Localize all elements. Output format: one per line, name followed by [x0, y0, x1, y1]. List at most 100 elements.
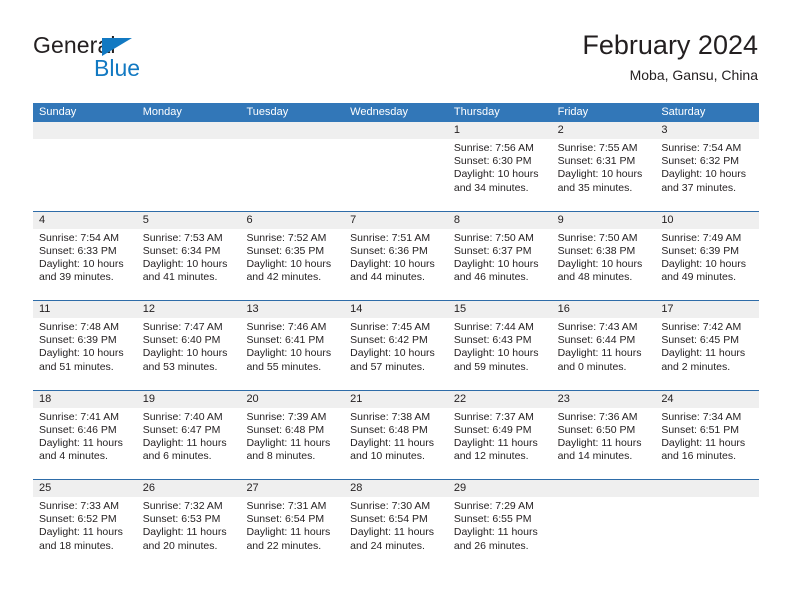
day-number: 16: [557, 303, 570, 315]
day-detail-line: and 35 minutes.: [557, 181, 633, 194]
day-detail-line: Sunset: 6:31 PM: [557, 155, 636, 168]
day-detail-lines: Sunrise: 7:34 AM Sunset: 6:51 PM Daylight:…: [661, 411, 753, 464]
calendar-day-cell[interactable]: 10 Sunrise: 7:49 AM Sunset: 6:39 PM Dayligh…: [655, 212, 759, 301]
day-detail-line: and 24 minutes.: [350, 539, 425, 552]
calendar-day-cell[interactable]: 14 Sunrise: 7:45 AM Sunset: 6:42 PM Dayligh…: [344, 301, 448, 390]
day-detail-line: Daylight: 11 hours: [246, 526, 331, 539]
day-detail-line: and 26 minutes.: [453, 539, 529, 552]
day-detail-line: and 10 minutes.: [350, 450, 425, 463]
calendar-day-cell[interactable]: 5 Sunrise: 7:53 AM Sunset: 6:34 PM Daylight…: [137, 212, 241, 301]
day-detail-line: Sunrise: 7:53 AM: [142, 231, 223, 244]
day-detail-line: Daylight: 10 hours: [350, 257, 435, 270]
calendar-day-cell[interactable]: 20 Sunrise: 7:39 AM Sunset: 6:48 PM Dayligh…: [240, 391, 344, 480]
day-detail-line: Sunrise: 7:30 AM: [350, 500, 431, 512]
day-detail-line: Sunset: 6:39 PM: [39, 334, 117, 347]
day-detail-line: and 44 minutes.: [350, 271, 425, 284]
day-detail-line: and 20 minutes.: [142, 539, 218, 552]
day-number: 28: [350, 482, 363, 494]
calendar-week-row: 11 Sunrise: 7:48 AM Sunset: 6:39 PM Dayligh…: [33, 300, 759, 390]
day-detail-line: Sunset: 6:40 PM: [142, 334, 221, 347]
calendar-empty-cell: [137, 122, 241, 211]
day-detail-line: Daylight: 11 hours: [557, 347, 642, 360]
day-detail-line: Sunset: 6:48 PM: [350, 423, 428, 436]
day-detail-line: Sunrise: 7:46 AM: [246, 321, 327, 333]
calendar-day-cell[interactable]: 11 Sunrise: 7:48 AM Sunset: 6:39 PM Dayligh…: [33, 301, 137, 390]
calendar-day-cell[interactable]: 15 Sunrise: 7:44 AM Sunset: 6:43 PM Dayligh…: [448, 301, 552, 390]
calendar-week-row: 18 Sunrise: 7:41 AM Sunset: 6:46 PM Dayligh…: [33, 389, 759, 480]
calendar-day-cell[interactable]: 27 Sunrise: 7:31 AM Sunset: 6:54 PM Dayligh…: [240, 480, 344, 569]
day-detail-line: Sunset: 6:54 PM: [246, 513, 325, 526]
day-number: 27: [246, 482, 259, 494]
day-detail-line: Daylight: 11 hours: [350, 526, 435, 539]
day-detail-lines: Sunrise: 7:46 AM Sunset: 6:41 PM Daylight:…: [246, 321, 338, 374]
day-number: 10: [661, 213, 674, 226]
day-detail-lines: Sunrise: 7:39 AM Sunset: 6:48 PM Daylight:…: [246, 411, 338, 464]
calendar-day-cell[interactable]: 28 Sunrise: 7:30 AM Sunset: 6:54 PM Dayligh…: [344, 480, 448, 569]
calendar-day-cell[interactable]: 17 Sunrise: 7:42 AM Sunset: 6:45 PM Dayligh…: [655, 301, 759, 390]
day-detail-line: Sunset: 6:30 PM: [453, 155, 532, 168]
calendar-day-cell[interactable]: 7 Sunrise: 7:51 AM Sunset: 6:36 PM Daylight…: [344, 212, 448, 301]
weekday-header-saturday: Saturday: [661, 106, 706, 118]
calendar-day-cell[interactable]: 25 Sunrise: 7:33 AM Sunset: 6:52 PM Dayligh…: [33, 480, 137, 569]
calendar-day-cell[interactable]: 26 Sunrise: 7:32 AM Sunset: 6:53 PM Dayligh…: [137, 480, 241, 569]
calendar-day-cell[interactable]: 18 Sunrise: 7:41 AM Sunset: 6:46 PM Dayligh…: [33, 391, 137, 480]
day-detail-line: Daylight: 11 hours: [246, 436, 331, 449]
calendar-day-cell[interactable]: 9 Sunrise: 7:50 AM Sunset: 6:38 PM Daylight…: [552, 212, 656, 301]
calendar-day-cell[interactable]: 19 Sunrise: 7:40 AM Sunset: 6:47 PM Dayligh…: [137, 391, 241, 480]
day-detail-line: and 57 minutes.: [350, 360, 425, 373]
calendar-day-cell[interactable]: 8 Sunrise: 7:50 AM Sunset: 6:37 PM Daylight…: [448, 212, 552, 301]
calendar-empty-cell: [344, 122, 448, 211]
day-detail-lines: Sunrise: 7:33 AM Sunset: 6:52 PM Daylight:…: [39, 500, 131, 553]
day-number: 1: [453, 124, 460, 136]
blue-triangle-logo-mark-icon: [102, 38, 132, 56]
weekday-header-row: Sunday Monday Tuesday Wednesday Thursday Frid…: [33, 103, 759, 122]
calendar-grid: Sunday Monday Tuesday Wednesday Thursday Frid…: [33, 103, 759, 569]
day-detail-lines: Sunrise: 7:29 AM Sunset: 6:55 PM Daylight:…: [454, 500, 546, 553]
day-detail-line: Daylight: 11 hours: [557, 436, 642, 449]
day-detail-line: Sunrise: 7:54 AM: [39, 231, 119, 244]
calendar-day-cell[interactable]: 6 Sunrise: 7:52 AM Sunset: 6:35 PM Daylight…: [240, 212, 344, 301]
calendar-week-cells: 18 Sunrise: 7:41 AM Sunset: 6:46 PM Dayligh…: [33, 391, 759, 480]
day-number: 23: [557, 392, 570, 405]
day-number: 5: [142, 213, 149, 226]
day-detail-line: and 59 minutes.: [453, 360, 529, 373]
calendar-day-cell[interactable]: 12 Sunrise: 7:47 AM Sunset: 6:40 PM Dayligh…: [137, 301, 241, 390]
calendar-day-cell[interactable]: 24 Sunrise: 7:34 AM Sunset: 6:51 PM Dayligh…: [655, 391, 759, 480]
day-number: 21: [350, 392, 363, 405]
day-detail-line: Sunrise: 7:50 AM: [557, 231, 638, 244]
day-detail-line: Sunset: 6:50 PM: [557, 423, 636, 436]
day-detail-line: and 22 minutes.: [246, 539, 322, 552]
day-detail-line: Daylight: 10 hours: [557, 257, 643, 270]
calendar-day-cell[interactable]: 3 Sunrise: 7:54 AM Sunset: 6:32 PM Daylight…: [655, 122, 759, 211]
day-detail-line: Daylight: 10 hours: [39, 347, 124, 360]
calendar-empty-cell: [655, 480, 759, 569]
day-detail-line: Daylight: 11 hours: [661, 347, 746, 360]
calendar-day-cell[interactable]: 1 Sunrise: 7:56 AM Sunset: 6:30 PM Daylight…: [448, 122, 552, 211]
day-detail-lines: Sunrise: 7:42 AM Sunset: 6:45 PM Daylight:…: [661, 321, 753, 374]
calendar-day-cell[interactable]: 23 Sunrise: 7:36 AM Sunset: 6:50 PM Dayligh…: [552, 391, 656, 480]
day-detail-lines: Sunrise: 7:41 AM Sunset: 6:46 PM Daylight:…: [39, 411, 131, 464]
day-detail-line: and 49 minutes.: [661, 271, 737, 284]
calendar-day-cell[interactable]: 16 Sunrise: 7:43 AM Sunset: 6:44 PM Dayligh…: [552, 301, 656, 390]
day-number: 20: [246, 392, 259, 405]
calendar-day-cell[interactable]: 22 Sunrise: 7:37 AM Sunset: 6:49 PM Dayligh…: [448, 391, 552, 480]
day-detail-lines: Sunrise: 7:56 AM Sunset: 6:30 PM Daylight:…: [454, 142, 546, 195]
day-detail-line: Sunrise: 7:31 AM: [246, 500, 327, 512]
calendar-day-cell[interactable]: 29 Sunrise: 7:29 AM Sunset: 6:55 PM Dayligh…: [448, 480, 552, 569]
day-detail-line: Daylight: 10 hours: [39, 257, 124, 270]
day-detail-line: Sunset: 6:46 PM: [39, 423, 117, 436]
calendar-day-cell[interactable]: 13 Sunrise: 7:46 AM Sunset: 6:41 PM Dayligh…: [240, 301, 344, 390]
calendar-day-cell[interactable]: 2 Sunrise: 7:55 AM Sunset: 6:31 PM Daylight…: [552, 122, 656, 211]
calendar-day-cell[interactable]: 21 Sunrise: 7:38 AM Sunset: 6:48 PM Dayligh…: [344, 391, 448, 480]
day-detail-line: and 34 minutes.: [453, 181, 529, 194]
day-detail-line: Sunrise: 7:38 AM: [350, 410, 431, 423]
weekday-header-tuesday: Tuesday: [246, 106, 289, 118]
day-detail-line: and 48 minutes.: [557, 271, 633, 284]
day-detail-lines: Sunrise: 7:31 AM Sunset: 6:54 PM Daylight:…: [246, 500, 338, 553]
day-detail-line: Sunrise: 7:42 AM: [661, 321, 742, 333]
day-detail-line: Sunrise: 7:52 AM: [246, 231, 327, 244]
day-detail-line: and 8 minutes.: [246, 450, 316, 463]
brand-logo[interactable]: General Blue: [33, 34, 183, 92]
calendar-day-cell[interactable]: 4 Sunrise: 7:54 AM Sunset: 6:33 PM Daylight…: [33, 212, 137, 301]
day-detail-line: Daylight: 10 hours: [453, 347, 539, 360]
